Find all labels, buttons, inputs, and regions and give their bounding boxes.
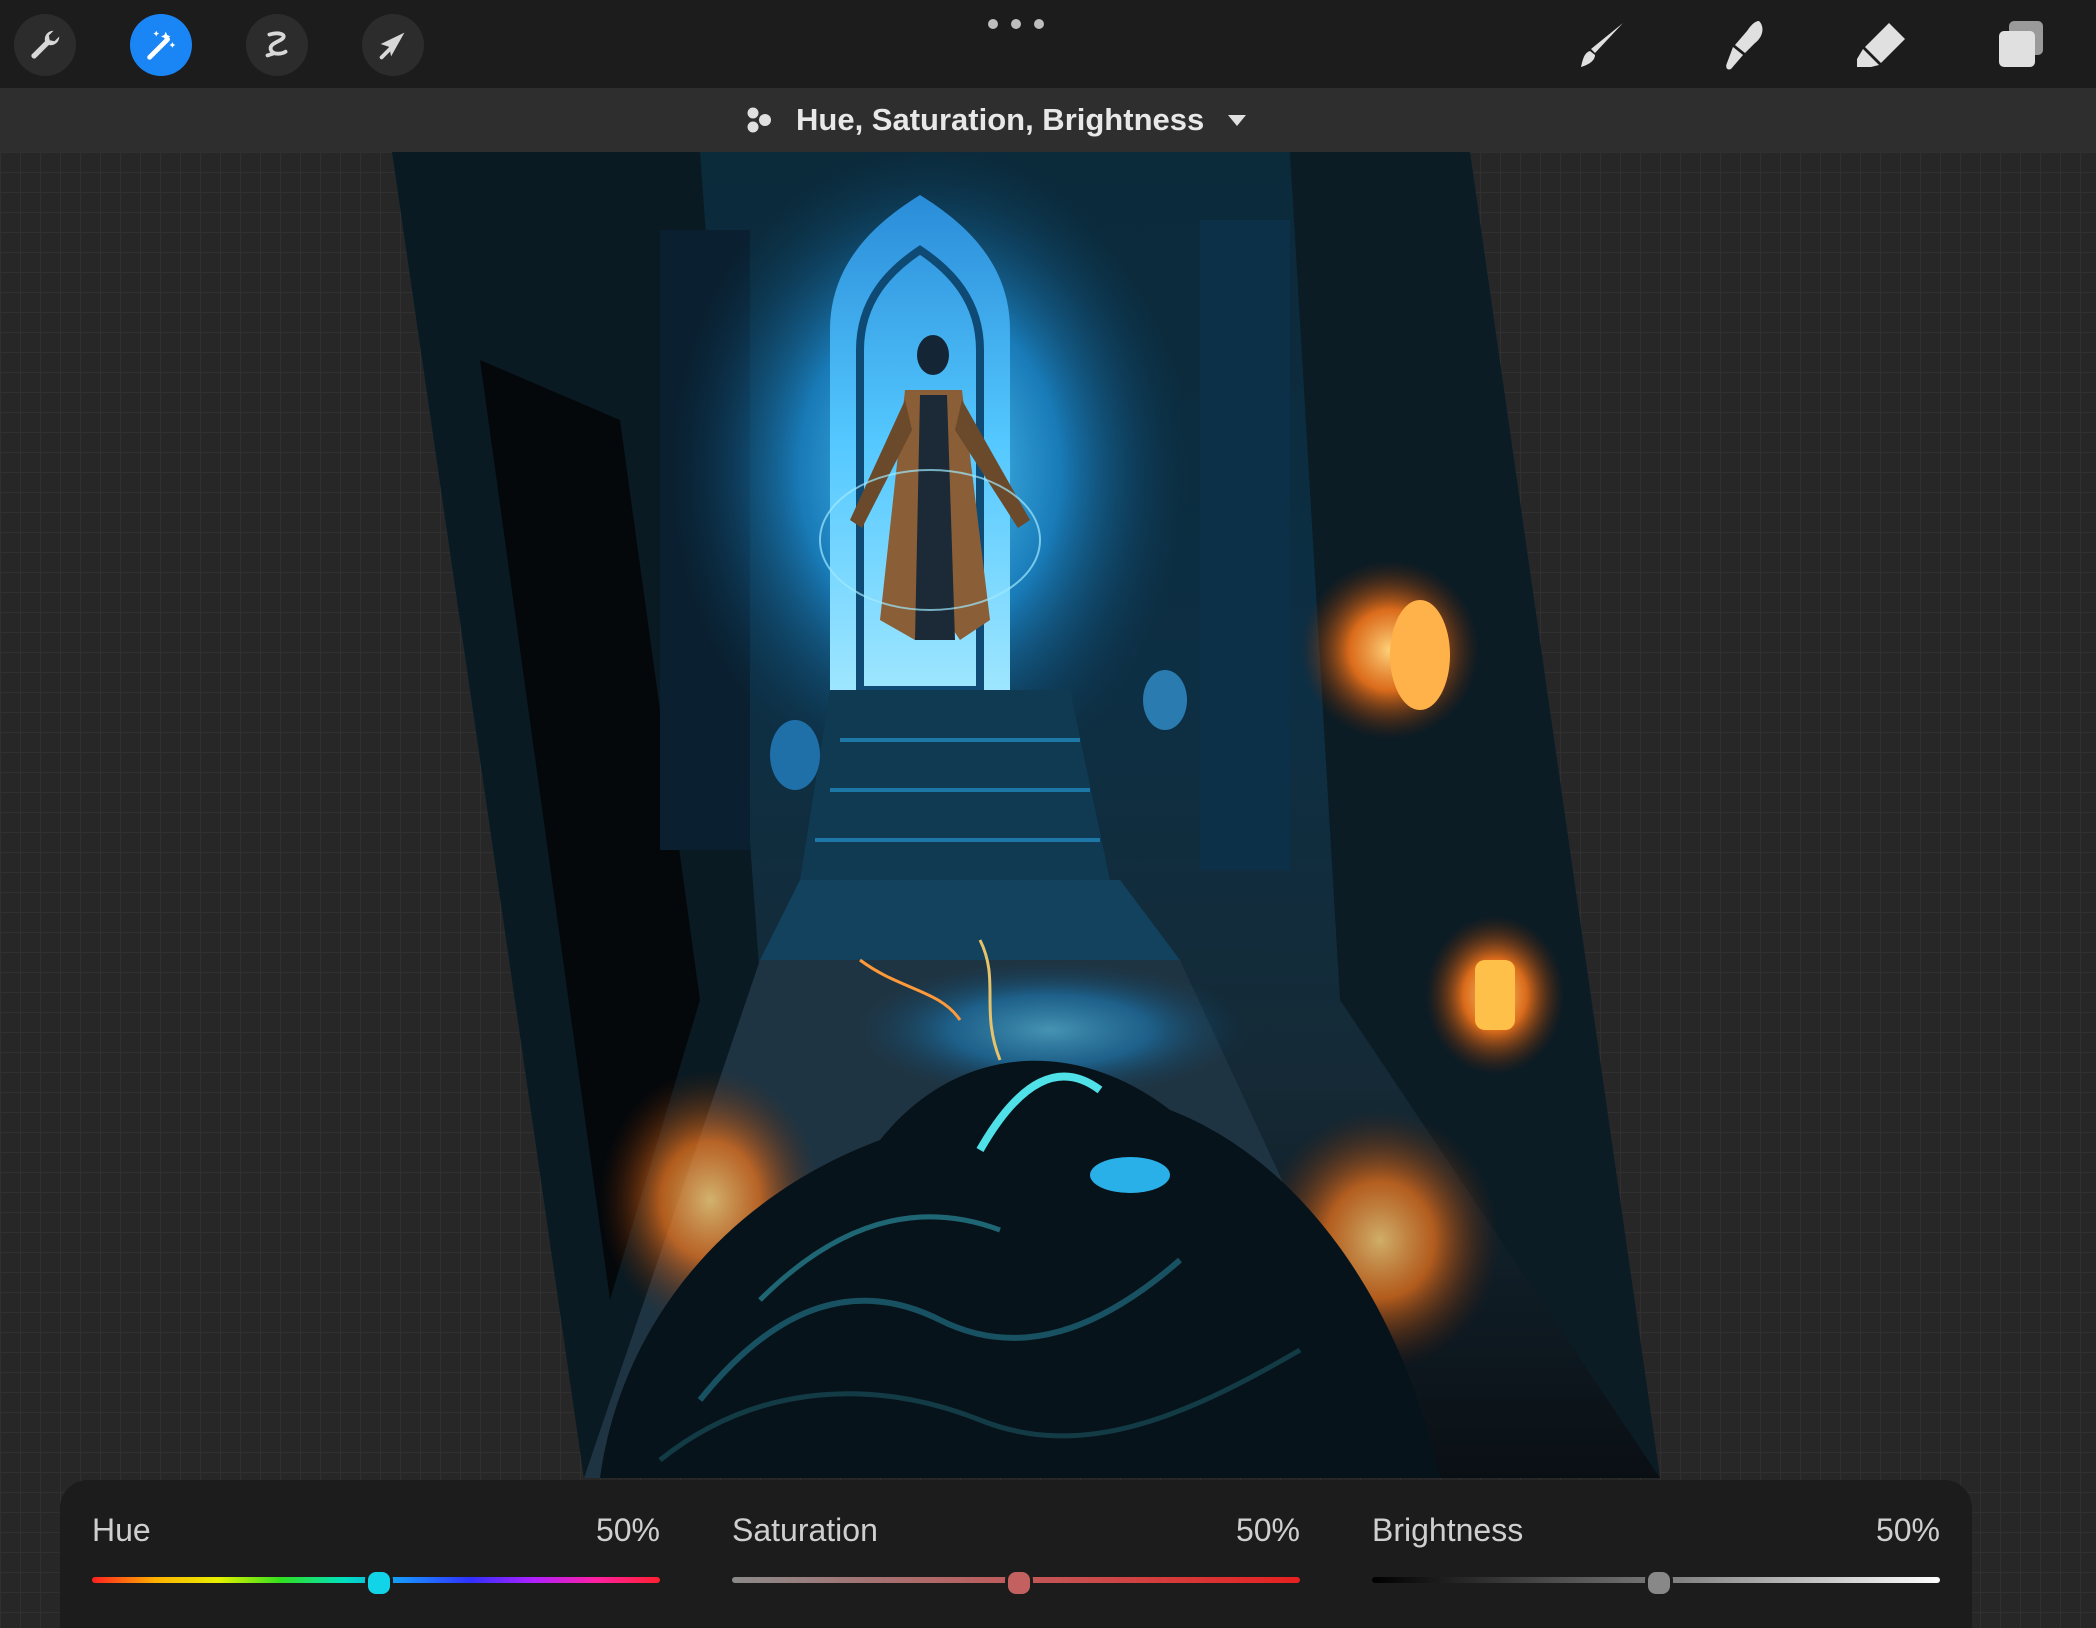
brightness-slider-group: Brightness 50% xyxy=(1372,1480,1940,1628)
saturation-label: Saturation xyxy=(732,1512,878,1548)
brightness-label: Brightness xyxy=(1372,1512,1524,1548)
hue-label: Hue xyxy=(92,1512,151,1548)
hue-slider-knob[interactable] xyxy=(365,1569,393,1597)
saturation-slider-knob[interactable] xyxy=(1005,1569,1033,1597)
canvas-artwork[interactable] xyxy=(0,0,2096,1628)
adjustment-sliders-panel: Hue 50% Saturation 50% Brightness 50% xyxy=(60,1480,1972,1628)
saturation-slider-group: Saturation 50% xyxy=(732,1480,1300,1628)
brightness-slider-knob[interactable] xyxy=(1645,1569,1673,1597)
brightness-value: 50% xyxy=(1875,1512,1940,1548)
saturation-value: 50% xyxy=(1235,1512,1300,1548)
hue-value: 50% xyxy=(595,1512,660,1548)
hue-slider-group: Hue 50% xyxy=(92,1480,660,1628)
